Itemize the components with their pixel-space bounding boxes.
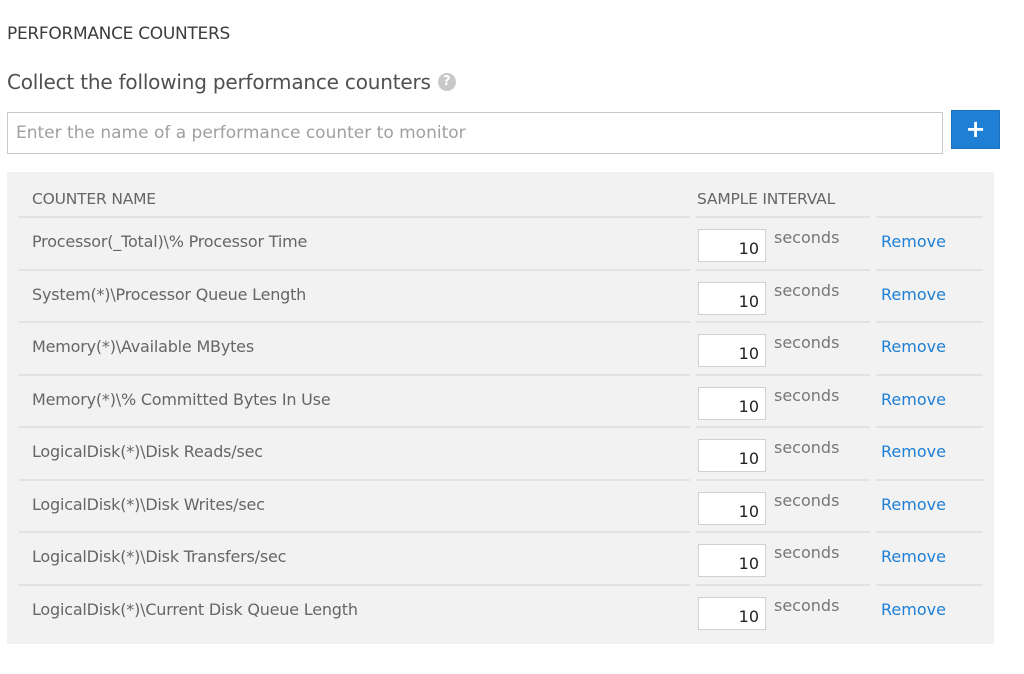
table-row: Memory(*)\% Committed Bytes In Use second… — [7, 376, 994, 428]
interval-unit: seconds — [774, 438, 840, 457]
counter-name: Memory(*)\Available MBytes — [32, 337, 254, 356]
table-row: System(*)\Processor Queue Length seconds R… — [7, 271, 994, 323]
interval-unit: seconds — [774, 228, 840, 247]
sample-interval-input[interactable] — [698, 491, 766, 525]
table-row: LogicalDisk(*)\Disk Reads/sec seconds Remo… — [7, 428, 994, 481]
column-header-counter-name: COUNTER NAME — [32, 190, 156, 208]
remove-counter-link[interactable]: Remove — [881, 547, 946, 566]
sample-interval-input[interactable] — [698, 334, 766, 367]
counters-table: COUNTER NAME SAMPLE INTERVAL Processor(_… — [7, 172, 994, 644]
counter-name: System(*)\Processor Queue Length — [32, 284, 307, 304]
interval-unit: seconds — [774, 595, 840, 615]
sample-interval-input[interactable] — [698, 281, 766, 315]
counter-name-input[interactable] — [7, 112, 943, 154]
table-row: LogicalDisk(*)\Disk Transfers/sec seconds… — [7, 533, 994, 586]
add-counter-button[interactable]: + — [951, 110, 1000, 149]
counter-name: LogicalDisk(*)\Current Disk Queue Length — [32, 599, 358, 619]
sample-interval-input[interactable] — [698, 229, 766, 262]
sample-interval-input[interactable] — [698, 439, 766, 472]
sample-interval-input[interactable] — [698, 386, 766, 420]
sample-interval-input[interactable] — [698, 544, 766, 577]
remove-counter-link[interactable]: Remove — [881, 600, 946, 619]
interval-unit: seconds — [774, 333, 840, 352]
interval-unit: seconds — [774, 280, 840, 300]
subtitle: Collect the following performance counte… — [7, 70, 456, 94]
counter-name: Memory(*)\% Committed Bytes In Use — [32, 389, 331, 409]
counter-name: Processor(_Total)\% Processor Time — [32, 232, 308, 251]
counter-name: LogicalDisk(*)\Disk Transfers/sec — [32, 547, 287, 566]
counter-name: LogicalDisk(*)\Disk Writes/sec — [32, 494, 265, 514]
subtitle-text: Collect the following performance counte… — [7, 70, 431, 94]
table-row: LogicalDisk(*)\Disk Writes/sec seconds Rem… — [7, 481, 994, 533]
counter-name: LogicalDisk(*)\Disk Reads/sec — [32, 442, 263, 461]
section-title: PERFORMANCE COUNTERS — [7, 24, 230, 44]
remove-counter-link[interactable]: Remove — [881, 337, 946, 356]
remove-counter-link[interactable]: Remove — [881, 442, 946, 461]
table-row: Memory(*)\Available MBytes seconds Remove — [7, 323, 994, 376]
sample-interval-input[interactable] — [698, 596, 766, 630]
interval-unit: seconds — [774, 543, 840, 562]
help-icon[interactable]: ? — [437, 73, 456, 91]
table-row: Processor(_Total)\% Processor Time second… — [7, 218, 994, 271]
interval-unit: seconds — [774, 385, 840, 405]
table-row: LogicalDisk(*)\Current Disk Queue Length… — [7, 586, 994, 639]
remove-counter-link[interactable]: Remove — [881, 495, 946, 514]
remove-counter-link[interactable]: Remove — [881, 390, 946, 409]
column-header-sample-interval: SAMPLE INTERVAL — [697, 190, 836, 208]
remove-counter-link[interactable]: Remove — [881, 285, 946, 304]
remove-counter-link[interactable]: Remove — [881, 232, 946, 251]
interval-unit: seconds — [774, 490, 840, 510]
